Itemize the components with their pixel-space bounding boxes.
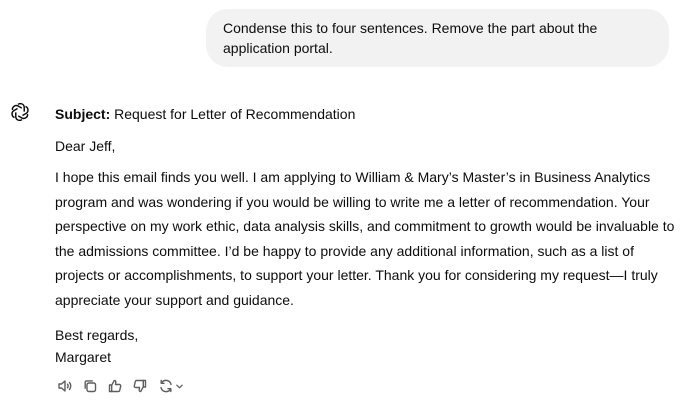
email-body: I hope this email finds you well. I am a… (55, 169, 675, 308)
speaker-icon (58, 380, 72, 392)
signature-text: Margaret (55, 349, 112, 365)
thumbs-up-icon (108, 379, 122, 393)
copy-icon (84, 380, 97, 393)
openai-logo-icon (11, 102, 29, 122)
thumbs-down-icon (133, 379, 147, 393)
message-actions (56, 376, 193, 396)
bad-response-button[interactable] (131, 377, 149, 395)
email-closing: Best regards, Margaret (55, 324, 675, 368)
chevron-down-icon (176, 384, 183, 388)
user-message-bubble: Condense this to four sentences. Remove … (206, 9, 669, 67)
subject-text: Request for Letter of Recommendation (110, 106, 356, 122)
email-greeting: Dear Jeff, (55, 138, 116, 154)
assistant-message: Subject: Request for Letter of Recommend… (55, 103, 675, 368)
assistant-avatar (9, 101, 31, 123)
regenerate-button[interactable] (156, 377, 186, 395)
user-message-text: Condense this to four sentences. Remove … (223, 20, 598, 56)
good-response-button[interactable] (106, 377, 124, 395)
subject-label: Subject: (55, 106, 111, 122)
copy-button[interactable] (81, 377, 99, 395)
closing-text: Best regards, (55, 327, 139, 343)
email-subject-line: Subject: Request for Letter of Recommend… (55, 103, 675, 125)
regenerate-icon (160, 379, 172, 393)
read-aloud-button[interactable] (56, 377, 74, 395)
